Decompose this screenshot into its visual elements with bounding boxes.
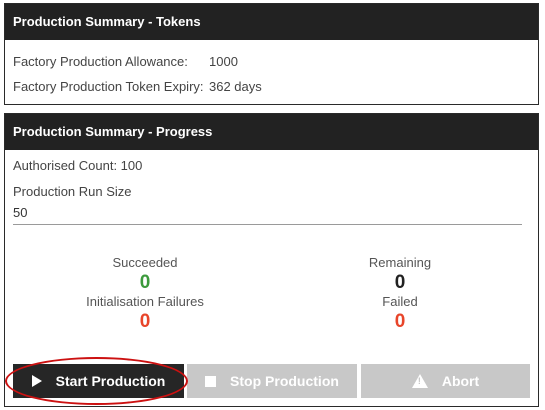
run-size-underline: [13, 224, 522, 225]
tokens-panel-title: Production Summary - Tokens: [5, 4, 538, 40]
run-size-label: Production Run Size: [13, 184, 132, 199]
succeeded-value: 0: [139, 272, 151, 293]
abort-button[interactable]: ! Abort: [361, 364, 530, 398]
allowance-value: 1000: [209, 54, 238, 69]
stop-production-label: Stop Production: [230, 373, 339, 389]
abort-label: Abort: [441, 373, 480, 389]
warning-icon: !: [411, 374, 428, 388]
succeeded-label: Succeeded: [112, 255, 178, 270]
play-icon: [31, 375, 42, 387]
run-size-input[interactable]: 50: [13, 205, 27, 220]
progress-panel: Production Summary - Progress Authorised…: [4, 113, 539, 407]
remaining-label: Remaining: [368, 255, 432, 270]
failed-label: Failed: [382, 294, 418, 309]
authorised-count: Authorised Count: 100: [13, 158, 143, 173]
start-production-button[interactable]: Start Production: [13, 364, 184, 398]
progress-panel-title: Production Summary - Progress: [5, 114, 538, 150]
stop-icon: [205, 375, 217, 387]
tokens-panel: Production Summary - Tokens Factory Prod…: [4, 3, 539, 105]
stop-production-button[interactable]: Stop Production: [187, 364, 357, 398]
allowance-label: Factory Production Allowance:: [13, 54, 188, 69]
expiry-label: Factory Production Token Expiry:: [13, 79, 204, 94]
remaining-value: 0: [394, 272, 406, 293]
init-failures-value: 0: [139, 311, 151, 332]
failed-value: 0: [394, 311, 406, 332]
init-failures-label: Initialisation Failures: [86, 294, 204, 309]
start-production-label: Start Production: [55, 373, 166, 389]
expiry-value: 362 days: [209, 79, 262, 94]
